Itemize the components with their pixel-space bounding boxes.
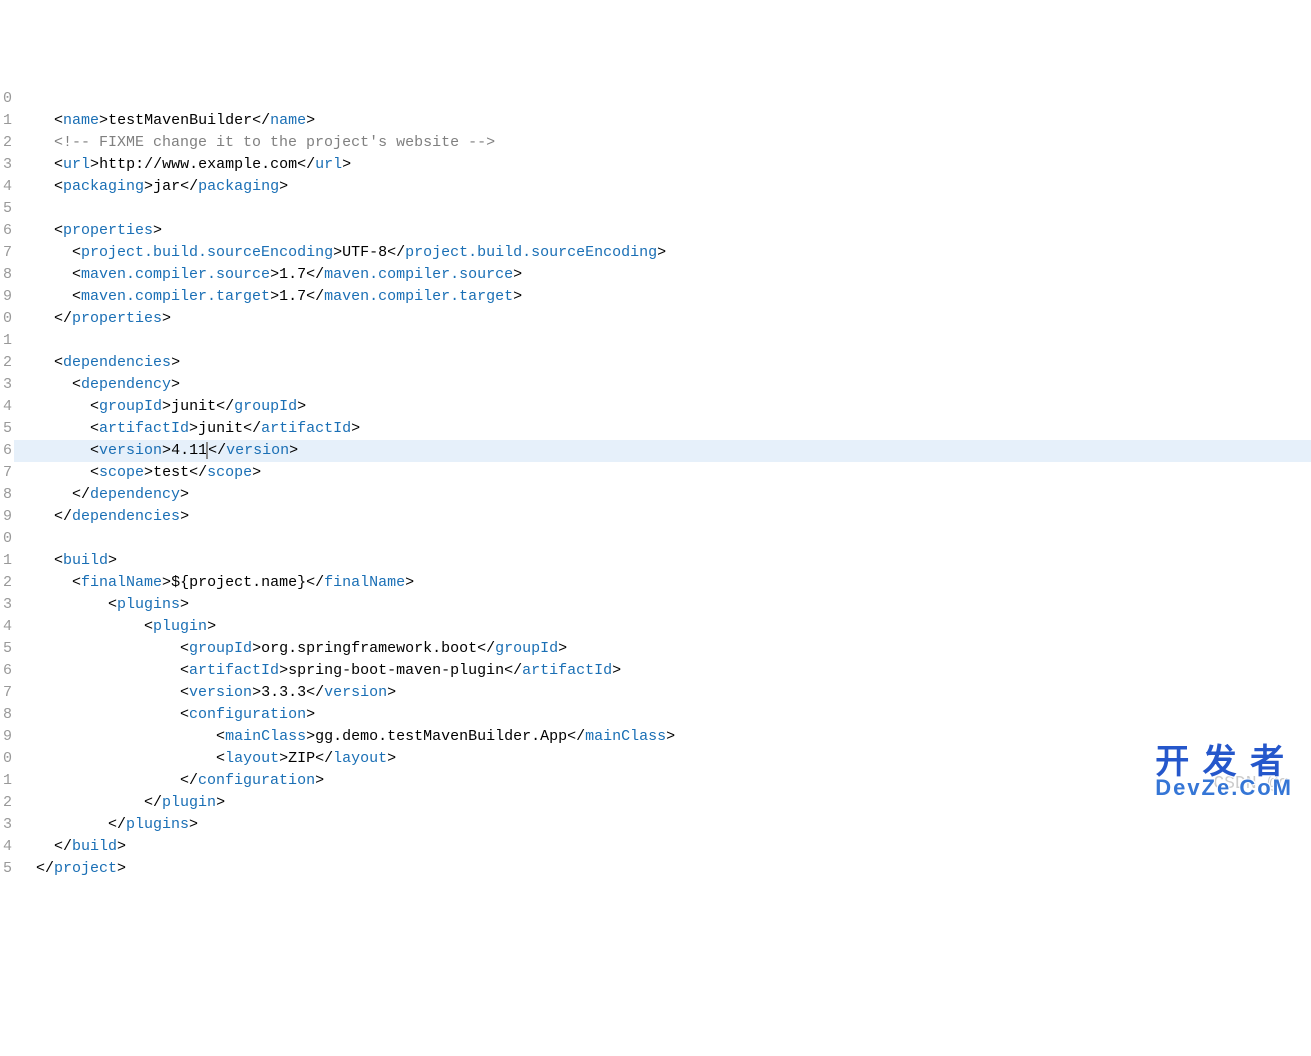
code-line[interactable]: </dependency>	[14, 484, 1311, 506]
code-line[interactable]: <mainClass>gg.demo.testMavenBuilder.App<…	[14, 726, 1311, 748]
code-line[interactable]: </plugins>	[14, 814, 1311, 836]
line-number: 1	[0, 770, 12, 792]
code-editor[interactable]: 012345678901234567890123456789012345 <na…	[0, 88, 1311, 880]
code-line[interactable]: <build>	[14, 550, 1311, 572]
code-line[interactable]: <dependencies>	[14, 352, 1311, 374]
line-number: 5	[0, 858, 12, 880]
code-line[interactable]: <properties>	[14, 220, 1311, 242]
code-line[interactable]: <plugins>	[14, 594, 1311, 616]
code-line[interactable]: </build>	[14, 836, 1311, 858]
line-number: 7	[0, 462, 12, 484]
code-line[interactable]: <layout>ZIP</layout>	[14, 748, 1311, 770]
line-number: 1	[0, 550, 12, 572]
line-number: 0	[0, 308, 12, 330]
line-number: 0	[0, 748, 12, 770]
line-number: 2	[0, 352, 12, 374]
code-line[interactable]: <maven.compiler.target>1.7</maven.compil…	[14, 286, 1311, 308]
line-number: 8	[0, 264, 12, 286]
code-area[interactable]: <name>testMavenBuilder</name> <!-- FIXME…	[14, 88, 1311, 880]
code-line[interactable]: <version>4.11</version>	[14, 440, 1311, 462]
line-number: 1	[0, 110, 12, 132]
code-line[interactable]: <configuration>	[14, 704, 1311, 726]
line-number: 2	[0, 792, 12, 814]
line-number: 9	[0, 726, 12, 748]
code-line[interactable]: <plugin>	[14, 616, 1311, 638]
code-line[interactable]	[14, 198, 1311, 220]
code-line[interactable]: </project>	[14, 858, 1311, 880]
line-number: 5	[0, 198, 12, 220]
code-line[interactable]: <url>http://www.example.com</url>	[14, 154, 1311, 176]
line-number: 1	[0, 330, 12, 352]
line-number: 9	[0, 506, 12, 528]
code-line[interactable]: <artifactId>junit</artifactId>	[14, 418, 1311, 440]
watermark-cn: 开 发 者DevZe.CoM	[1155, 751, 1293, 799]
code-line[interactable]: <groupId>junit</groupId>	[14, 396, 1311, 418]
line-number: 3	[0, 594, 12, 616]
code-line[interactable]: <maven.compiler.source>1.7</maven.compil…	[14, 264, 1311, 286]
line-number: 4	[0, 836, 12, 858]
line-number: 7	[0, 242, 12, 264]
line-number-gutter: 012345678901234567890123456789012345	[0, 88, 14, 880]
code-line[interactable]: </plugin>	[14, 792, 1311, 814]
code-line[interactable]: <artifactId>spring-boot-maven-plugin</ar…	[14, 660, 1311, 682]
line-number: 6	[0, 220, 12, 242]
line-number: 4	[0, 176, 12, 198]
line-number: 0	[0, 528, 12, 550]
code-line[interactable]: <scope>test</scope>	[14, 462, 1311, 484]
code-line[interactable]: <name>testMavenBuilder</name>	[14, 110, 1311, 132]
code-line[interactable]: <!-- FIXME change it to the project's we…	[14, 132, 1311, 154]
code-line[interactable]: <packaging>jar</packaging>	[14, 176, 1311, 198]
line-number: 9	[0, 286, 12, 308]
line-number: 4	[0, 616, 12, 638]
line-number: 0	[0, 88, 12, 110]
code-line[interactable]: </configuration>	[14, 770, 1311, 792]
line-number: 6	[0, 660, 12, 682]
line-number: 5	[0, 638, 12, 660]
code-line[interactable]: <groupId>org.springframework.boot</group…	[14, 638, 1311, 660]
code-line[interactable]: <finalName>${project.name}</finalName>	[14, 572, 1311, 594]
code-line[interactable]	[14, 528, 1311, 550]
code-line[interactable]: <project.build.sourceEncoding>UTF-8</pro…	[14, 242, 1311, 264]
line-number: 6	[0, 440, 12, 462]
line-number: 4	[0, 396, 12, 418]
line-number: 2	[0, 572, 12, 594]
line-number: 7	[0, 682, 12, 704]
code-line[interactable]: </dependencies>	[14, 506, 1311, 528]
code-line[interactable]: <version>3.3.3</version>	[14, 682, 1311, 704]
code-line[interactable]	[14, 330, 1311, 352]
line-number: 3	[0, 154, 12, 176]
code-line[interactable]: </properties>	[14, 308, 1311, 330]
line-number: 5	[0, 418, 12, 440]
line-number: 8	[0, 704, 12, 726]
code-line[interactable]: <dependency>	[14, 374, 1311, 396]
line-number: 8	[0, 484, 12, 506]
line-number: 2	[0, 132, 12, 154]
line-number: 3	[0, 814, 12, 836]
line-number: 3	[0, 374, 12, 396]
